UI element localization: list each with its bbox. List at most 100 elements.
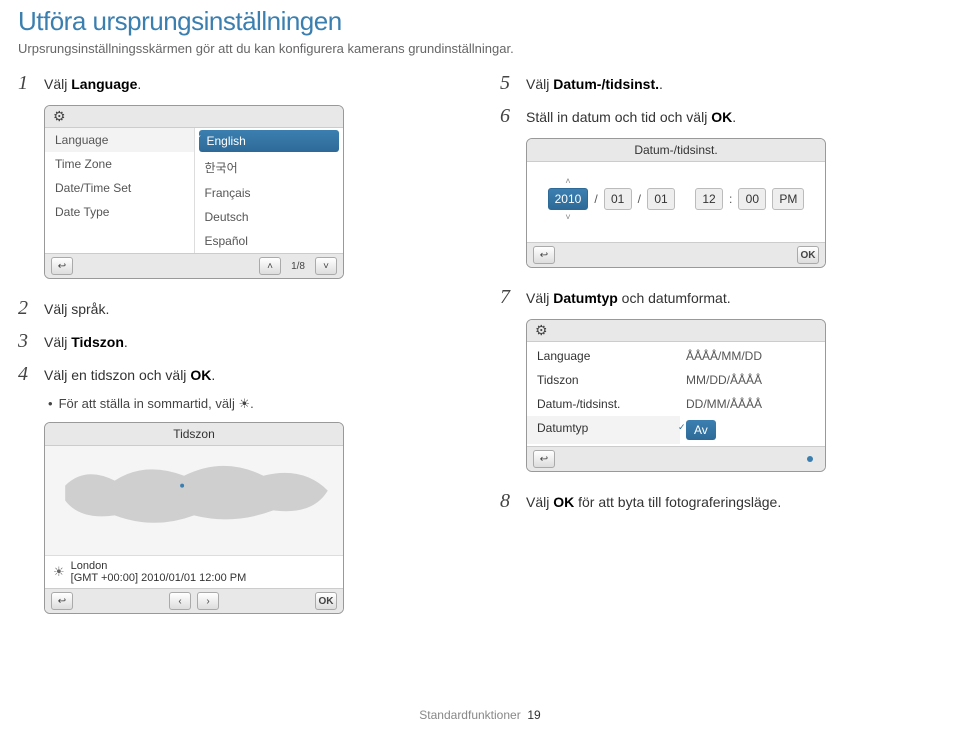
up-arrow-icon[interactable]: ˄ xyxy=(565,176,570,186)
step-5: 5 Välj Datum-/tidsinst.. xyxy=(500,72,942,95)
gear-icon: ⚙ xyxy=(535,322,548,339)
step-number: 8 xyxy=(500,490,516,513)
page-footer: Standardfunktioner 19 xyxy=(0,708,960,722)
selected-format[interactable]: Av xyxy=(686,420,716,440)
datetype-panel: ⚙ LanguageÅÅÅÅ/MM/DD TidszonMM/DD/ÅÅÅÅ D… xyxy=(526,319,826,472)
panel-header: ⚙ xyxy=(45,106,343,128)
list-item[interactable]: 한국어 xyxy=(195,154,344,181)
panel-footer: ↩ ‹ › OK xyxy=(45,588,343,613)
step-2: 2 Välj språk. xyxy=(18,297,460,320)
next-button[interactable]: › xyxy=(197,592,219,610)
format-option[interactable]: ÅÅÅÅ/MM/DD xyxy=(676,344,825,368)
prev-button[interactable]: ‹ xyxy=(169,592,191,610)
dst-icon: ☀ xyxy=(238,396,250,411)
step-8: 8 Välj OK för att byta till fotograferin… xyxy=(500,490,942,513)
page-subtitle: Urpsrungsinställningsskärmen gör att du … xyxy=(0,39,960,72)
back-button[interactable]: ↩ xyxy=(533,246,555,264)
down-arrow-icon[interactable]: ˅ xyxy=(565,212,570,222)
language-options: English 한국어 Français Deutsch Español xyxy=(195,128,344,253)
up-button[interactable]: ˄ xyxy=(259,257,281,275)
gear-icon: ⚙ xyxy=(53,108,66,125)
step-text: Välj språk. xyxy=(44,299,109,320)
datetime-panel: Datum-/tidsinst. ˄ 2010 ˅ / 01 / 01 12 :… xyxy=(526,138,826,268)
step-text: Välj Language. xyxy=(44,74,141,95)
list-item[interactable]: Español xyxy=(195,229,344,253)
list-item[interactable]: Deutsch xyxy=(195,205,344,229)
timestamp: [GMT +00:00] 2010/01/01 12:00 PM xyxy=(71,572,247,584)
step-number: 6 xyxy=(500,105,516,128)
datetime-body: ˄ 2010 ˅ / 01 / 01 12 : 00 PM xyxy=(527,162,825,242)
list-item[interactable]: Français xyxy=(195,181,344,205)
left-column: 1 Välj Language. ⚙ Language Time Zone Da… xyxy=(18,72,460,632)
day-field[interactable]: 01 xyxy=(647,188,675,210)
timezone-location: ☀ London [GMT +00:00] 2010/01/01 12:00 P… xyxy=(45,556,343,588)
ok-button[interactable]: OK xyxy=(315,592,337,610)
panel-title: Datum-/tidsinst. xyxy=(634,143,717,157)
list-item[interactable]: Language xyxy=(45,128,194,152)
panel-header: Datum-/tidsinst. xyxy=(527,139,825,162)
ok-glyph: OK xyxy=(553,494,574,510)
step-text: Välj Datum-/tidsinst.. xyxy=(526,74,663,95)
right-column: 5 Välj Datum-/tidsinst.. 6 Ställ in datu… xyxy=(500,72,942,632)
step-7: 7 Välj Datumtyp och datumformat. xyxy=(500,286,942,309)
step-3: 3 Välj Tidszon. xyxy=(18,330,460,353)
step-number: 1 xyxy=(18,72,34,95)
time-separator: : xyxy=(729,192,732,206)
step-text: Välj OK för att byta till fotograferings… xyxy=(526,492,781,513)
panel-title: Tidszon xyxy=(173,427,215,441)
list-item[interactable]: Date/Time Set xyxy=(45,176,194,200)
language-panel: ⚙ Language Time Zone Date/Time Set Date … xyxy=(44,105,344,279)
ampm-field[interactable]: PM xyxy=(772,188,804,210)
footer-label: Standardfunktioner xyxy=(419,708,520,722)
panel-header: Tidszon xyxy=(45,423,343,446)
step-number: 4 xyxy=(18,363,34,386)
date-separator: / xyxy=(638,192,641,206)
note-text: För att ställa in sommartid, välj ☀. xyxy=(59,396,254,412)
timezone-panel: Tidszon ☀ London [GMT +00:00] 2010/01/01… xyxy=(44,422,344,614)
panel-footer: ↩ xyxy=(527,446,825,471)
step-text: Välj Tidszon. xyxy=(44,332,128,353)
hour-field[interactable]: 12 xyxy=(695,188,723,210)
back-button[interactable]: ↩ xyxy=(51,257,73,275)
page-indicator: 1/8 xyxy=(287,261,309,272)
step-text: Välj Datumtyp och datumformat. xyxy=(526,288,731,309)
list-item[interactable]: Language xyxy=(527,344,676,368)
step-6: 6 Ställ in datum och tid och välj OK. xyxy=(500,105,942,128)
step-4: 4 Välj en tidszon och välj OK. xyxy=(18,363,460,386)
back-button[interactable]: ↩ xyxy=(51,592,73,610)
step-number: 3 xyxy=(18,330,34,353)
list-item[interactable]: Tidszon xyxy=(527,368,676,392)
format-option[interactable]: MM/DD/ÅÅÅÅ xyxy=(676,368,825,392)
settings-list: Language Time Zone Date/Time Set Date Ty… xyxy=(45,128,195,253)
step-number: 2 xyxy=(18,297,34,320)
format-option[interactable]: DD/MM/ÅÅÅÅ xyxy=(676,392,825,416)
ok-glyph: OK xyxy=(711,109,732,125)
indicator-dot xyxy=(807,456,813,462)
step-1: 1 Välj Language. xyxy=(18,72,460,95)
selected-language[interactable]: English xyxy=(199,130,340,152)
list-item[interactable]: Datumtyp xyxy=(527,416,680,444)
panel-header: ⚙ xyxy=(527,320,825,342)
list-item[interactable]: Datum-/tidsinst. xyxy=(527,392,676,416)
city-label: London xyxy=(71,560,108,572)
month-field[interactable]: 01 xyxy=(604,188,632,210)
panel-footer: ↩ OK xyxy=(527,242,825,267)
page-title: Utföra ursprungsinställningen xyxy=(0,0,960,39)
dst-icon[interactable]: ☀ xyxy=(53,564,65,580)
world-map[interactable] xyxy=(45,446,343,556)
down-button[interactable]: ˅ xyxy=(315,257,337,275)
ok-button[interactable]: OK xyxy=(797,246,819,264)
ok-glyph: OK xyxy=(190,367,211,383)
step-number: 7 xyxy=(500,286,516,309)
minute-field[interactable]: 00 xyxy=(738,188,766,210)
back-button[interactable]: ↩ xyxy=(533,450,555,468)
page-number: 19 xyxy=(527,708,540,722)
date-separator: / xyxy=(594,192,597,206)
list-item[interactable]: Date Type xyxy=(45,200,194,224)
step-text: Välj en tidszon och välj OK. xyxy=(44,365,215,386)
year-field[interactable]: 2010 xyxy=(548,188,589,210)
list-item[interactable]: Time Zone xyxy=(45,152,194,176)
step-number: 5 xyxy=(500,72,516,95)
step-text: Ställ in datum och tid och välj OK. xyxy=(526,107,736,128)
panel-footer: ↩ ˄ 1/8 ˅ xyxy=(45,253,343,278)
